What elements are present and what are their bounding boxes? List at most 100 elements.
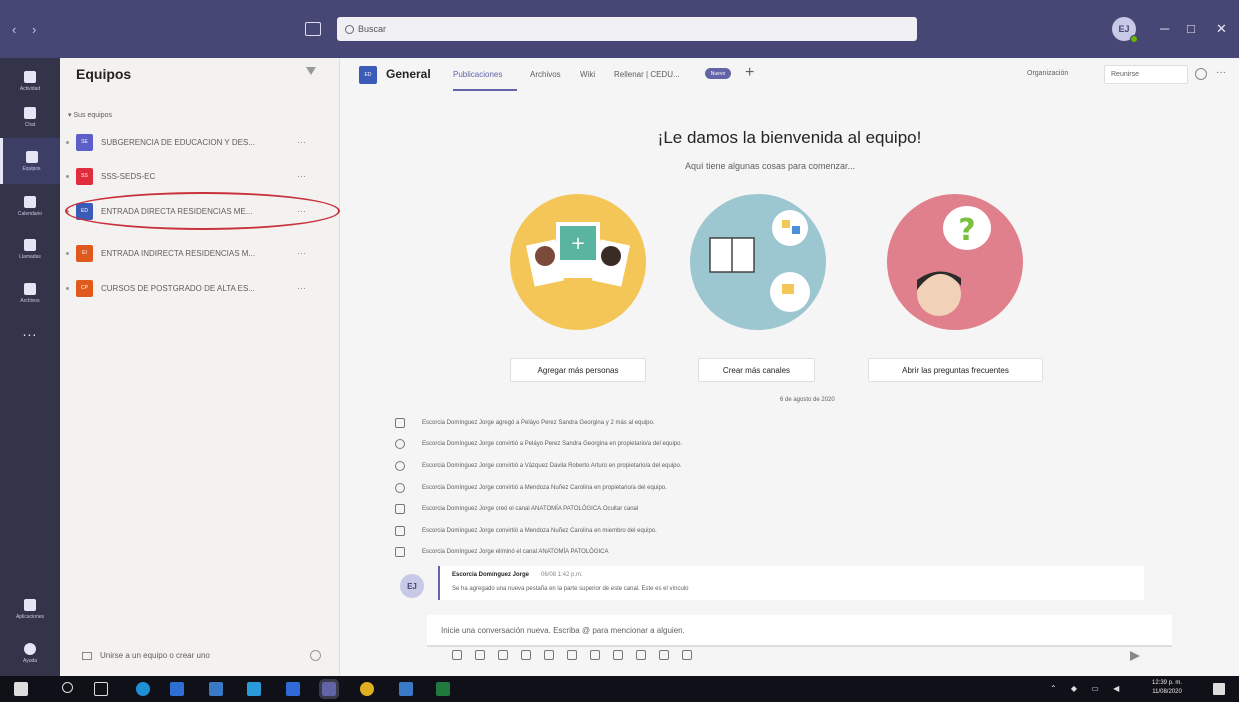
rail-item-files[interactable]: Archivos [0,270,60,316]
system-tray-icons[interactable]: ⌃ ◆ ▭ ◀ [1050,684,1125,693]
team-more-button[interactable]: ··· [297,171,306,181]
nav-arrows[interactable]: ‹ › [12,22,42,37]
phone-icon [24,238,36,251]
emoji-icon[interactable] [498,650,508,660]
rail-label: Calendario [17,210,43,217]
team-name: ENTRADA INDIRECTA RESIDENCIAS M... [101,248,256,258]
team-row[interactable]: EI ENTRADA INDIRECTA RESIDENCIAS M... ··… [66,241,336,265]
tray-clock[interactable]: 12:39 p. m. 11/08/2020 [1152,679,1182,697]
gif-icon[interactable] [521,650,531,660]
message-time: 06/08 1:42 p.m. [541,572,583,578]
more-options-button[interactable]: ··· [1216,67,1226,78]
team-more-button[interactable]: ··· [297,283,306,293]
app-icon[interactable] [286,682,300,696]
meet-button[interactable]: Reunirse [1104,65,1188,84]
trash-icon [395,547,405,557]
team-avatar: EI [76,244,93,262]
svg-text:?: ? [958,213,975,248]
word-icon[interactable] [399,682,413,696]
rail-item-help[interactable]: Ayuda [0,630,60,676]
teams-taskbar-icon[interactable] [319,679,339,699]
tab-archivos[interactable]: Archivos [530,70,561,79]
maximize-icon[interactable]: □ [1187,21,1195,36]
join-team-button[interactable]: Unirse a un equipo o crear uno [82,651,210,660]
team-more-button[interactable]: ··· [297,137,306,147]
your-teams-header[interactable]: ▾ Sus equipos [68,111,112,119]
activity-item: Escorcia Domínguez Jorge agregó a Peláyo… [395,414,654,432]
bell-icon [24,70,36,83]
team-avatar: SS [76,167,93,185]
store-icon[interactable] [170,682,184,696]
send-icon[interactable] [1130,651,1140,661]
activity-item: Escorcia Domínguez Jorge eliminó el cana… [395,543,609,561]
rail-label: Llamadas [19,253,41,260]
activity-item: Escorcia Domínguez Jorge creó el canal A… [395,500,638,518]
activity-text: Escorcia Domínguez Jorge convirtió a Váz… [422,463,682,469]
more-options-icon[interactable] [705,650,715,660]
organization-button[interactable]: Organización [1027,70,1068,77]
info-icon[interactable] [1195,68,1207,80]
windows-taskbar: ⌃ ◆ ▭ ◀ 12:39 p. m. 11/08/2020 [0,676,1239,702]
approvals-icon[interactable] [659,650,669,660]
activity-text: Escorcia Domínguez Jorge eliminó el cana… [422,549,609,555]
activity-date: 6 de agosto de 2020 [780,397,835,403]
apps-icon[interactable] [636,650,646,660]
edge-icon[interactable] [136,682,150,696]
add-tab-button[interactable]: + [745,64,754,82]
message-avatar[interactable]: EJ [400,574,424,598]
welcome-subtitle: Aquí tiene algunas cosas para comenzar..… [684,161,856,171]
add-people-button[interactable]: Agregar más personas [510,358,646,382]
outlook-icon[interactable] [209,682,223,696]
gear-icon[interactable] [310,650,321,661]
message-author: Escorcia Domínguez Jorge [452,572,530,578]
channel-header: ED General Publicaciones Archivos Wiki R… [340,58,1239,92]
user-avatar[interactable]: EJ [1112,17,1138,43]
owner-icon [395,461,405,471]
highlight-annotation [65,192,340,230]
notification-icon[interactable] [1213,683,1225,695]
rail-item-calls[interactable]: Llamadas [0,226,60,272]
rail-label: Chat [24,121,36,128]
rail-item-apps[interactable]: Aplicaciones [0,586,60,632]
compose-box[interactable]: Inicie una conversación nueva. Escriba @… [427,615,1172,647]
search-input[interactable]: Buscar [337,17,917,41]
app-icon[interactable] [247,682,261,696]
chrome-icon[interactable] [360,682,374,696]
member-icon [395,526,405,536]
team-row[interactable]: CP CURSOS DE POSTGRADO DE ALTA ES... ··· [66,276,336,300]
rail-item-teams[interactable]: Equipos [0,138,60,184]
rail-more-button[interactable]: ... [0,323,60,339]
create-channels-button[interactable]: Crear más canales [698,358,815,382]
team-more-button[interactable]: ··· [297,248,306,258]
tab-wiki[interactable]: Wiki [580,70,595,79]
rail-item-calendar[interactable]: Calendario [0,183,60,229]
search-taskbar-icon[interactable] [62,682,73,693]
message-card[interactable]: Escorcia Domínguez Jorge 06/08 1:42 p.m.… [438,566,1144,600]
format-icon[interactable] [452,650,462,660]
task-view-icon[interactable] [94,682,108,696]
add-people-illustration: + [510,194,646,330]
attach-icon[interactable] [475,650,485,660]
svg-text:+: + [570,233,585,254]
excel-icon[interactable] [436,682,450,696]
forms-icon[interactable] [682,650,692,660]
rail-label: Ayuda [22,657,38,664]
tab-publicaciones[interactable]: Publicaciones [453,70,502,79]
stream-icon[interactable] [590,650,600,660]
sticker-icon[interactable] [544,650,554,660]
minimize-icon[interactable]: ─ [1160,21,1169,36]
meet-now-icon[interactable] [567,650,577,660]
praise-icon[interactable] [613,650,623,660]
open-faq-button[interactable]: Abrir las preguntas frecuentes [868,358,1043,382]
team-row[interactable]: SE SUBGERENCIA DE EDUCACION Y DES... ··· [66,130,336,154]
tab-rellenar[interactable]: Rellenar | CEDU... [614,70,680,79]
rail-item-chat[interactable]: Chat [0,94,60,140]
close-icon[interactable]: ✕ [1216,21,1227,37]
bullet [66,286,69,290]
rail-label: Equipos [22,165,41,172]
team-name: CURSOS DE POSTGRADO DE ALTA ES... [101,283,255,293]
start-icon[interactable] [14,682,28,696]
new-chat-icon[interactable] [305,22,321,36]
team-row[interactable]: SS SSS-SEDS-EC ··· [66,164,336,188]
filter-icon[interactable] [306,67,316,75]
